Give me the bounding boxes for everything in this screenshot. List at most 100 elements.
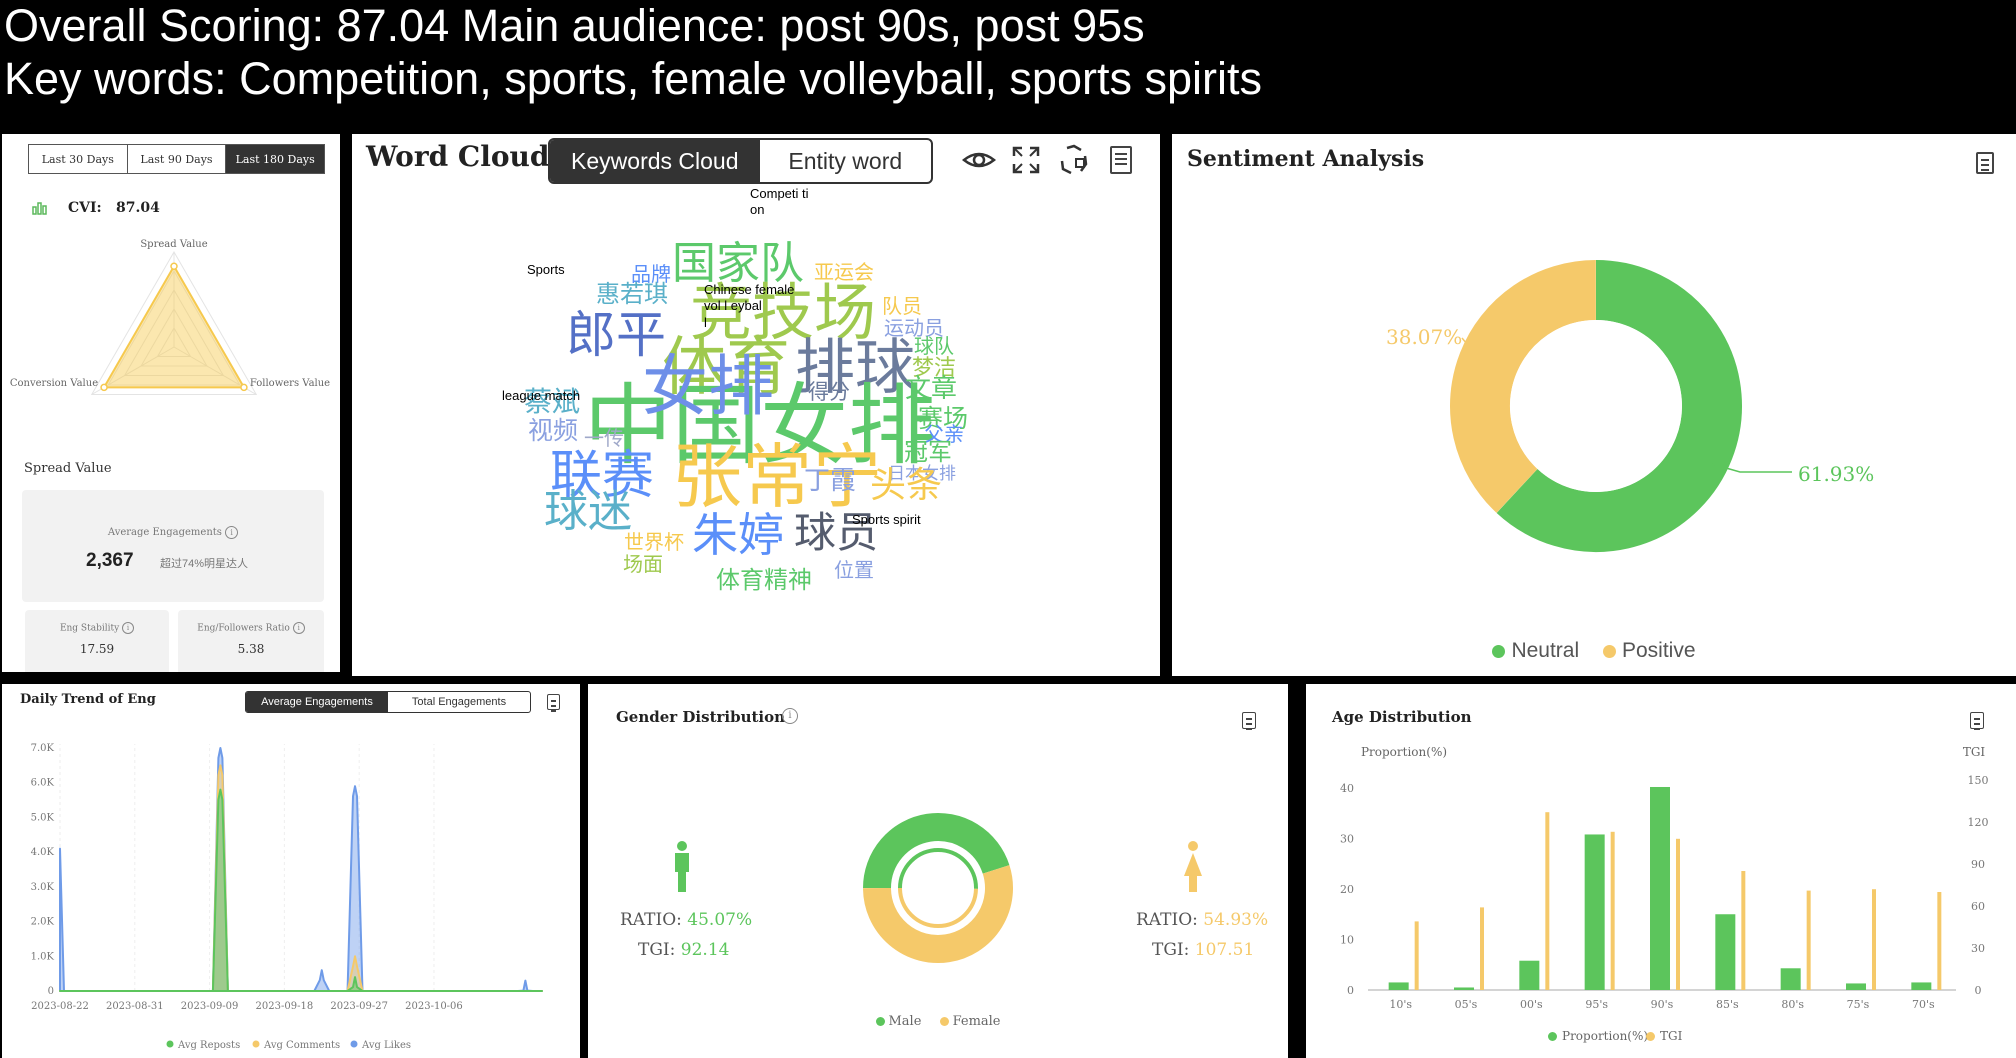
x-tick-label: 95's — [1585, 998, 1608, 1011]
word-cloud-overlay-label: Sports — [527, 262, 565, 277]
tab-last-180-days[interactable]: Last 180 Days — [226, 145, 325, 173]
sentiment-panel: Sentiment Analysis 61.93% 38.07% Neutral … — [1172, 134, 2016, 676]
bar-proportion — [1780, 968, 1801, 990]
legend-label: Avg Likes — [361, 1040, 411, 1051]
legend-neutral: Neutral — [1511, 639, 1580, 662]
word-cloud-overlay-label: Chinese female vol l eybal l — [704, 282, 795, 330]
bar-tgi — [1480, 907, 1484, 990]
x-tick-label: 00's — [1520, 998, 1543, 1011]
x-tick-label: 85's — [1716, 998, 1739, 1011]
bar-tgi — [1545, 812, 1550, 990]
age-bar-chart: Proportion(%) TGI 0 10 20 30 40 0 30 60 90 120 150 10… — [1340, 745, 1989, 1043]
tab-last-30-days[interactable]: Last 30 Days — [29, 145, 128, 173]
legend-proportion: Proportion(%) — [1562, 1029, 1648, 1043]
label-neutral-percent: 61.93% — [1798, 462, 1874, 486]
x-tick-label: 90's — [1651, 998, 1674, 1011]
y-tick-label: 3.0K — [31, 882, 55, 893]
bar-tgi — [1872, 889, 1876, 990]
y-tick-label: 5.0K — [31, 812, 55, 823]
bar-tgi — [1937, 892, 1942, 990]
x-tick-label: 2023-09-27 — [330, 1001, 388, 1012]
left-tick-label: 0 — [1347, 984, 1354, 997]
bar-proportion — [1454, 987, 1474, 990]
legend-swatch-proportion — [1548, 1032, 1557, 1041]
legend-male-swatch — [875, 1017, 885, 1026]
gender-donut-chart — [863, 813, 1013, 963]
legend-swatch — [166, 1040, 174, 1048]
series-avg-comments — [59, 764, 543, 992]
word-cloud-panel: Word Cloud Keywords Cloud Entity word 品牌… — [352, 134, 1160, 676]
bar-proportion — [1846, 983, 1866, 990]
info-icon[interactable]: i — [225, 526, 239, 539]
word-cloud-overlays: Competi ti on Sports Chinese female vol l … — [352, 134, 1160, 676]
eng-stability-label: Eng Stability i — [25, 622, 169, 634]
gender-slice-female — [863, 865, 1013, 963]
legend-label: Avg Reposts — [177, 1040, 240, 1051]
x-tick-label: 75's — [1847, 998, 1870, 1011]
eng-followers-ratio-value: 5.38 — [237, 642, 265, 656]
legend-tgi: TGI — [1660, 1029, 1683, 1043]
radar-label-conversion: Conversion Value — [10, 378, 98, 389]
legend-positive-swatch — [1603, 644, 1616, 658]
cvi-panel: Last 30 Days Last 90 Days Last 180 Days … — [2, 134, 340, 672]
legend-positive: Positive — [1622, 639, 1696, 662]
x-tick-label: 2023-08-31 — [106, 1001, 164, 1012]
legend-swatch-tgi — [1646, 1032, 1655, 1041]
legend-male: Male — [888, 1014, 922, 1029]
section-title: Spread Value — [24, 461, 112, 476]
left-tick-label: 10 — [1340, 934, 1354, 947]
avg-engagements-note: 超过74%明星达人 — [160, 558, 249, 570]
eng-stability-value: 17.59 — [79, 642, 115, 656]
radar-area — [102, 264, 246, 389]
right-tick-label: 0 — [1975, 984, 1982, 997]
bar-proportion — [1911, 982, 1932, 990]
info-icon[interactable]: i — [292, 622, 305, 634]
cvi-label: CVI: — [68, 200, 102, 216]
y-tick-label: 1.0K — [31, 951, 55, 962]
right-tick-label: 150 — [1968, 774, 1989, 787]
age-panel: Age Distribution Proportion(%) TGI 0 10 20 30… — [1306, 684, 2016, 1058]
radar-label-spread: Spread Value — [140, 239, 207, 250]
left-tick-label: 40 — [1340, 782, 1354, 795]
gender-legend: Male Female — [588, 1014, 1288, 1029]
radar-point — [100, 383, 108, 392]
bar-proportion — [1519, 960, 1540, 990]
bar-tgi — [1676, 838, 1680, 990]
date-range-tabs: Last 30 Days Last 90 Days Last 180 Days — [28, 144, 325, 174]
word-cloud-overlay-label: Sports spirit — [852, 512, 921, 527]
daily-trend-chart: 0 1.0K 2.0K 3.0K 4.0K 5.0K 6.0K 7.0K 2023-08-22 2… — [31, 743, 543, 1051]
info-icon[interactable]: i — [122, 622, 135, 634]
radar-point — [240, 383, 248, 392]
bar-proportion — [1715, 914, 1736, 990]
legend-swatch — [252, 1040, 260, 1048]
x-tick-label: 2023-09-09 — [181, 1001, 239, 1012]
bar-proportion — [1650, 786, 1670, 990]
bar-proportion — [1584, 834, 1605, 990]
bar-proportion — [1388, 982, 1409, 990]
eng-followers-ratio-card: Eng/Followers Ratio i 5.38 — [178, 610, 324, 672]
tab-last-90-days[interactable]: Last 90 Days — [128, 145, 227, 173]
cvi-chart-icon — [32, 202, 47, 215]
y-tick-label: 0 — [48, 986, 54, 997]
label-positive-percent: 38.07% — [1386, 325, 1462, 349]
legend-female: Female — [952, 1014, 1001, 1029]
y-tick-label: 6.0K — [31, 778, 55, 789]
header-line-1: Overall Scoring: 87.04 Main audience: po… — [4, 0, 1145, 51]
x-tick-label: 2023-08-22 — [31, 1001, 89, 1012]
series-avg-reposts — [59, 788, 543, 992]
legend-neutral-swatch — [1492, 644, 1506, 658]
word-cloud-overlay-label: Competi ti on — [750, 186, 809, 218]
cvi-value: 87.04 — [116, 200, 160, 216]
left-axis-label: Proportion(%) — [1361, 745, 1447, 759]
right-axis-label: TGI — [1963, 745, 1986, 759]
bar-tgi — [1414, 921, 1419, 990]
x-tick-label: 2023-10-06 — [405, 1001, 463, 1012]
radar-point — [170, 262, 178, 270]
legend-swatch — [350, 1040, 358, 1048]
eng-followers-ratio-label: Eng/Followers Ratio i — [178, 622, 324, 634]
word-cloud-overlay-label: league match — [502, 388, 581, 403]
radar-chart: Spread Value Conversion Value Followers … — [10, 239, 330, 395]
left-tick-label: 20 — [1340, 883, 1354, 896]
avg-engagements-label: Average Engagements i — [22, 526, 324, 539]
series-avg-likes — [59, 747, 543, 992]
